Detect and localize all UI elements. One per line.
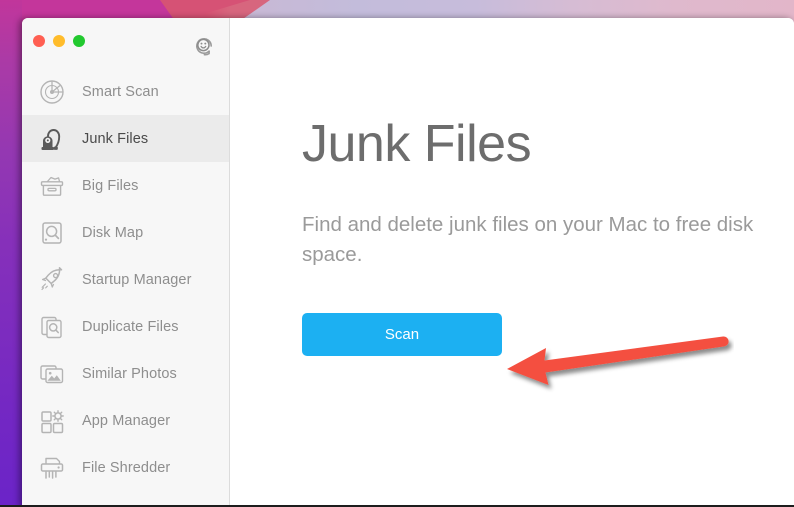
file-box-icon: [36, 170, 68, 202]
sidebar-item-label: Disk Map: [82, 224, 144, 241]
smiley-headset-icon[interactable]: [193, 35, 215, 57]
sidebar-item-label: Startup Manager: [82, 271, 192, 288]
main-content: Junk Files Find and delete junk files on…: [230, 18, 794, 507]
sidebar-item-label: Junk Files: [82, 130, 149, 147]
sidebar-item-label: Duplicate Files: [82, 318, 179, 335]
radar-icon: [36, 76, 68, 108]
desktop: Smart Scan Junk Files Big Files Disk Map…: [0, 0, 794, 507]
vacuum-icon: [36, 123, 68, 155]
close-button[interactable]: [33, 35, 45, 47]
sidebar-item-big-files[interactable]: Big Files: [22, 162, 229, 209]
sidebar-item-startup-manager[interactable]: Startup Manager: [22, 256, 229, 303]
sidebar-item-label: App Manager: [82, 412, 171, 429]
traffic-light-controls: [33, 35, 85, 47]
wallpaper-left-strip: [0, 0, 22, 507]
sidebar-item-app-manager[interactable]: App Manager: [22, 397, 229, 444]
copies-search-icon: [36, 311, 68, 343]
sidebar-item-junk-files[interactable]: Junk Files: [22, 115, 229, 162]
sidebar-item-smart-scan[interactable]: Smart Scan: [22, 68, 229, 115]
sidebar-item-label: File Shredder: [82, 459, 171, 476]
rocket-icon: [36, 264, 68, 296]
page-title: Junk Files: [302, 115, 532, 173]
photos-stack-icon: [36, 358, 68, 390]
sidebar-item-label: Big Files: [82, 177, 139, 194]
shredder-icon: [36, 452, 68, 484]
sidebar-item-file-shredder[interactable]: File Shredder: [22, 444, 229, 491]
sidebar-item-label: Smart Scan: [82, 83, 159, 100]
sidebar-nav: Smart Scan Junk Files Big Files Disk Map…: [22, 68, 229, 491]
minimize-button[interactable]: [53, 35, 65, 47]
sidebar-item-similar-photos[interactable]: Similar Photos: [22, 350, 229, 397]
sidebar-item-duplicate-files[interactable]: Duplicate Files: [22, 303, 229, 350]
sidebar-item-label: Similar Photos: [82, 365, 177, 382]
app-grid-gear-icon: [36, 405, 68, 437]
window-titlebar: [22, 18, 229, 68]
scan-button[interactable]: Scan: [302, 313, 502, 357]
sidebar-item-disk-map[interactable]: Disk Map: [22, 209, 229, 256]
sidebar: Smart Scan Junk Files Big Files Disk Map…: [22, 18, 230, 507]
page-description: Find and delete junk files on your Mac t…: [302, 213, 754, 266]
disk-search-icon: [36, 217, 68, 249]
zoom-button[interactable]: [73, 35, 85, 47]
app-window: Smart Scan Junk Files Big Files Disk Map…: [22, 18, 794, 507]
